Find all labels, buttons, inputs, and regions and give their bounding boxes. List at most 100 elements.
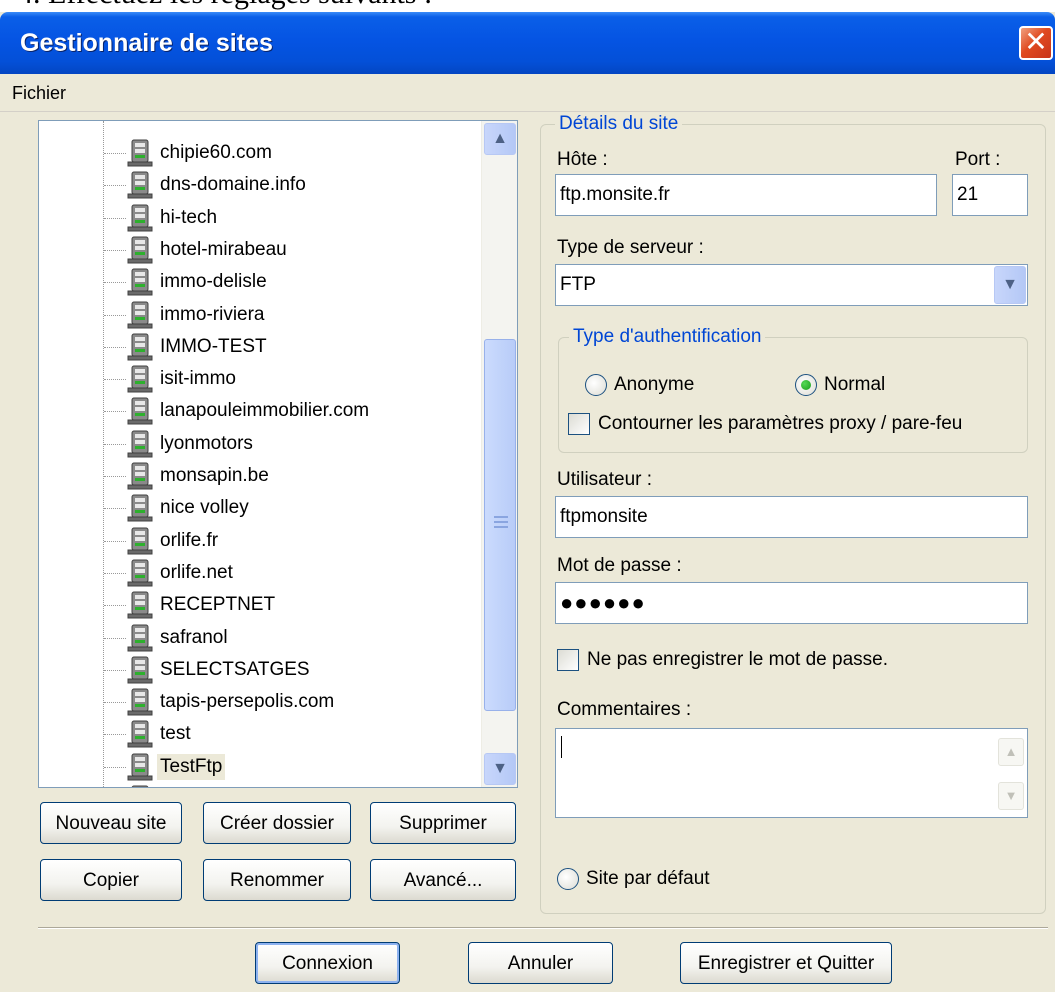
tree-item[interactable]: hi-tech [39, 202, 479, 234]
server-computer-icon [127, 268, 153, 296]
site-tree-list: chipie60.com dns-domaine.info hi-tech hotel… [39, 121, 479, 787]
user-input[interactable]: ftpmonsite [555, 496, 1028, 538]
tree-item-label: chipie60.com [160, 142, 272, 163]
server-computer-icon [127, 559, 153, 587]
tree-item[interactable]: orlife.fr [39, 525, 479, 557]
tree-item[interactable]: nice volley [39, 492, 479, 524]
tree-connector [104, 411, 126, 413]
tree-item[interactable]: RECEPTNET [39, 589, 479, 621]
tree-connector [104, 637, 126, 639]
close-icon: ✕ [1024, 26, 1048, 57]
server-computer-icon [127, 527, 153, 555]
server-computer-icon [127, 365, 153, 393]
tree-item[interactable]: IMMO-TEST [39, 331, 479, 363]
tree-item[interactable]: monsapin.be [39, 460, 479, 492]
normal-label[interactable]: Normal [824, 373, 885, 397]
footer-separator [38, 927, 1048, 929]
server-computer-icon [127, 591, 153, 619]
server-computer-icon [127, 333, 153, 361]
anonymous-radio[interactable] [585, 374, 607, 396]
normal-radio[interactable] [795, 374, 817, 396]
server-type-value: FTP [560, 274, 596, 295]
server-computer-icon [127, 236, 153, 264]
tree-item[interactable]: dns-domaine.info [39, 169, 479, 201]
server-computer-icon [127, 301, 153, 329]
tree-item-label: immo-riviera [160, 303, 265, 325]
menu-file[interactable]: Fichier [12, 74, 66, 112]
password-input[interactable]: ●●●●●● [555, 582, 1028, 624]
server-computer-icon [127, 494, 153, 522]
text-caret [561, 736, 562, 758]
server-computer-icon [127, 204, 153, 232]
connect-button[interactable]: Connexion [255, 942, 400, 984]
cancel-button[interactable]: Annuler [468, 942, 613, 984]
dont-save-password-checkbox[interactable] [557, 649, 579, 671]
default-site-radio[interactable] [557, 868, 579, 890]
tree-item[interactable]: hotel-mirabeau [39, 234, 479, 266]
tree-item[interactable]: immo-delisle [39, 266, 479, 298]
comments-scroll-down[interactable]: ▼ [998, 782, 1024, 810]
tree-connector [104, 540, 126, 542]
site-details-title: Détails du site [555, 112, 683, 136]
auth-type-title: Type d'authentification [569, 325, 766, 349]
tree-connector [104, 282, 126, 284]
scroll-up-button[interactable]: ▲ [484, 123, 516, 155]
copy-button[interactable]: Copier [40, 859, 182, 901]
tree-item[interactable]: isit-immo [39, 363, 479, 395]
tree-item[interactable]: SELECTSATGES [39, 654, 479, 686]
tree-item[interactable]: TestFtp [39, 751, 479, 783]
port-input[interactable]: 21 [952, 174, 1028, 216]
tree-connector [104, 153, 126, 154]
tree-item-label: IMMO-TEST [160, 335, 267, 357]
tree-item[interactable]: t-high-tech.com [39, 783, 479, 787]
tree-item[interactable]: safranol [39, 622, 479, 654]
comments-scroll-up[interactable]: ▲ [998, 738, 1024, 766]
tree-connector [104, 508, 126, 510]
tree-scrollbar[interactable]: ▲ ▼ [481, 121, 517, 787]
rename-button[interactable]: Renommer [203, 859, 351, 901]
delete-button[interactable]: Supprimer [370, 802, 516, 844]
tree-item-label: safranol [160, 626, 228, 648]
tree-item-label: lyonmotors [160, 432, 253, 454]
comments-textarea[interactable]: ▲ ▼ [555, 728, 1028, 818]
tree-connector [104, 734, 126, 736]
tree-item[interactable]: tapis-persepolis.com [39, 686, 479, 718]
new-site-button[interactable]: Nouveau site [40, 802, 182, 844]
bypass-proxy-label[interactable]: Contourner les paramètres proxy / pare-f… [598, 412, 962, 436]
server-type-label: Type de serveur : [557, 237, 704, 258]
tree-item[interactable]: lyonmotors [39, 428, 479, 460]
title-bar[interactable]: Gestionnaire de sites ✕ [0, 12, 1055, 74]
host-input[interactable]: ftp.monsite.fr [555, 174, 937, 216]
save-and-quit-button[interactable]: Enregistrer et Quitter [680, 942, 892, 984]
bypass-proxy-checkbox[interactable] [568, 413, 590, 435]
tree-item-label: test [160, 723, 191, 745]
site-tree[interactable]: chipie60.com dns-domaine.info hi-tech hotel… [38, 120, 518, 788]
dont-save-password-label[interactable]: Ne pas enregistrer le mot de passe. [587, 648, 888, 672]
tree-item[interactable]: orlife.net [39, 557, 479, 589]
scroll-thumb[interactable] [484, 339, 516, 711]
tree-item[interactable]: immo-riviera [39, 299, 479, 331]
tree-item[interactable]: test [39, 718, 479, 750]
server-type-dropdown-button[interactable]: ▼ [994, 266, 1026, 304]
server-computer-icon [127, 462, 153, 490]
server-type-select[interactable]: FTP ▼ [555, 264, 1028, 306]
comments-scrollbar[interactable]: ▲ ▼ [996, 730, 1026, 814]
tree-connector [104, 185, 126, 187]
grip-icon [494, 516, 508, 528]
server-computer-icon [127, 688, 153, 716]
close-button[interactable]: ✕ [1019, 26, 1053, 60]
advanced-button[interactable]: Avancé... [370, 859, 516, 901]
default-site-label[interactable]: Site par défaut [586, 867, 710, 891]
tree-connector [104, 572, 126, 574]
tree-connector [104, 379, 126, 381]
tree-item-label: immo-delisle [160, 271, 267, 293]
comments-label: Commentaires : [557, 699, 692, 720]
user-label: Utilisateur : [557, 469, 653, 490]
tree-item[interactable]: lanapouleimmobilier.com [39, 395, 479, 427]
tree-connector [104, 346, 126, 348]
tree-item-label: lanapouleimmobilier.com [160, 400, 370, 422]
create-folder-button[interactable]: Créer dossier [203, 802, 351, 844]
scroll-down-button[interactable]: ▼ [484, 753, 516, 785]
tree-item[interactable]: chipie60.com [39, 137, 479, 169]
anonymous-label[interactable]: Anonyme [614, 373, 694, 397]
